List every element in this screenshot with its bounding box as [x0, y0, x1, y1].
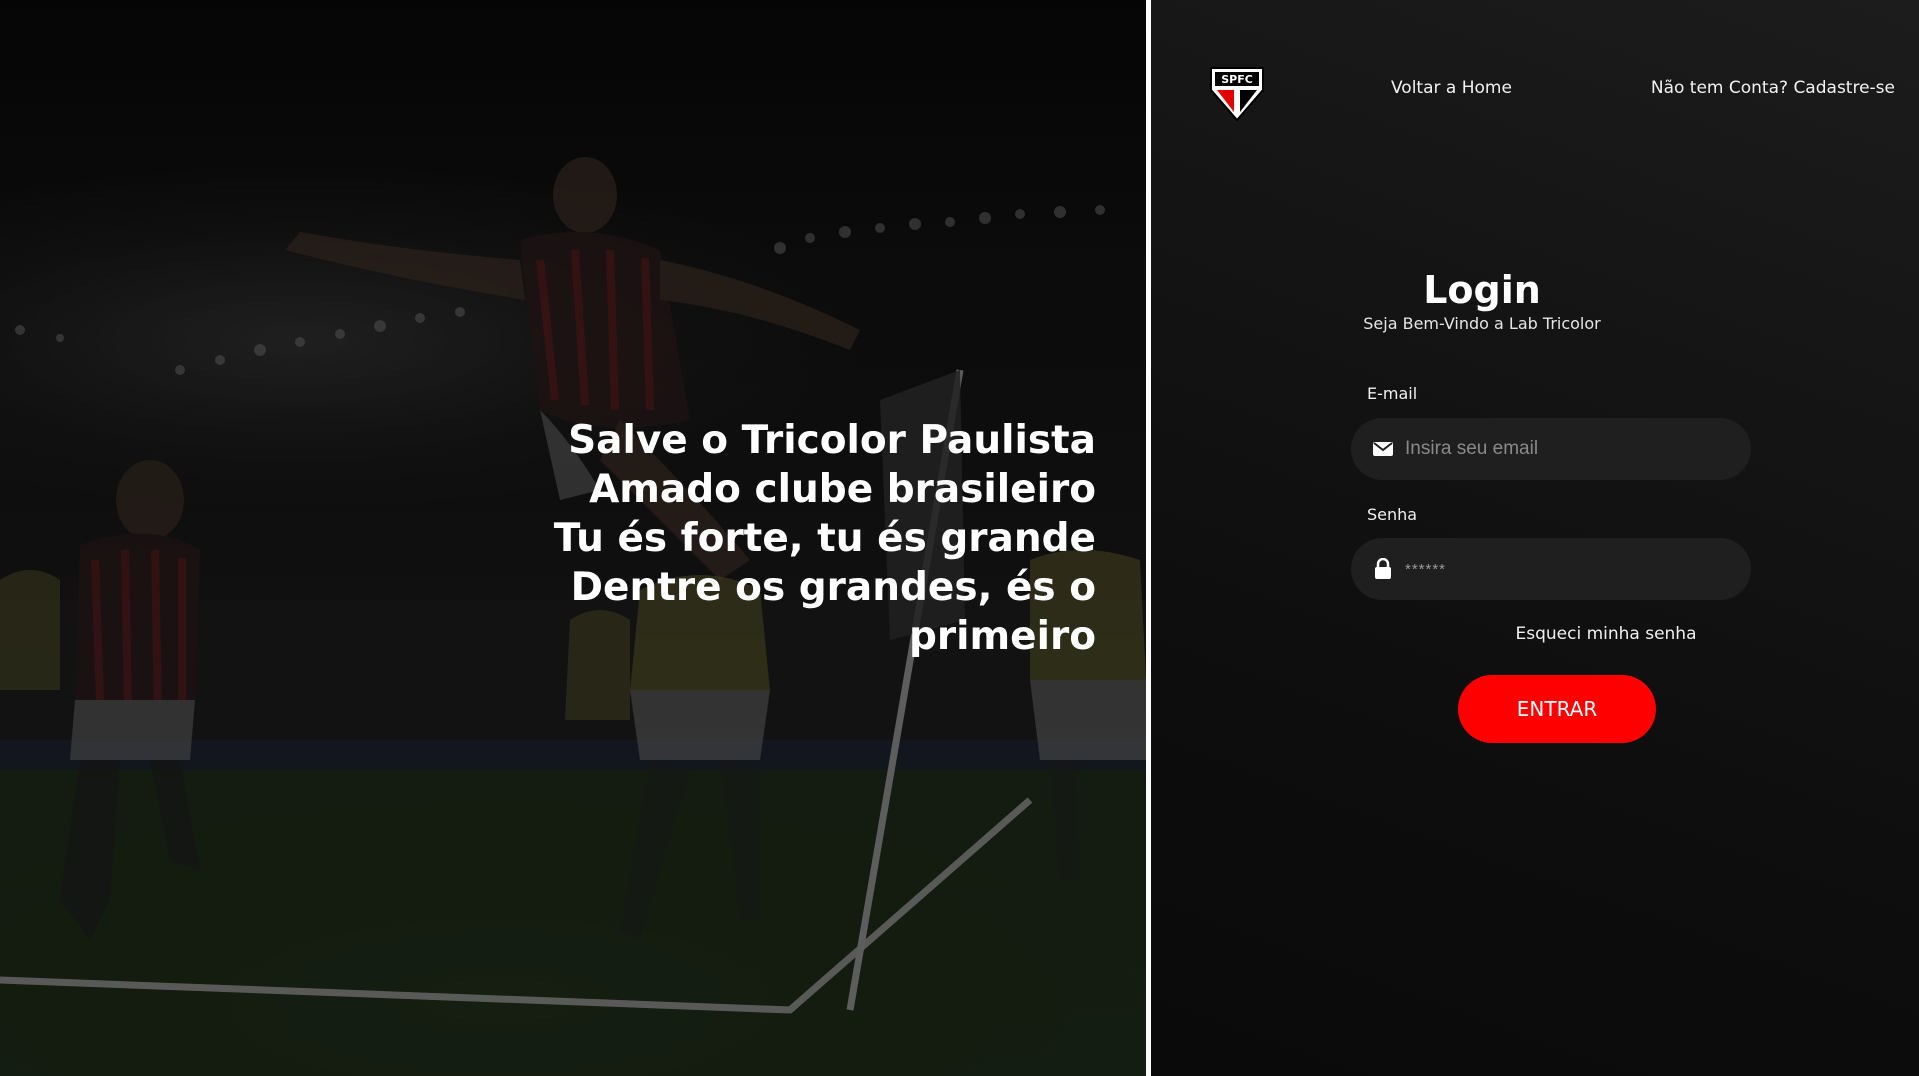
hero-section: Salve o Tricolor Paulista Amado clube br… — [0, 0, 1146, 1076]
login-subtitle: Seja Bem-Vindo a Lab Tricolor — [1363, 314, 1601, 333]
email-label: E-mail — [1367, 384, 1418, 403]
hero-line: Tu és forte, tu és grande — [553, 516, 1096, 561]
spfc-crest-icon: SPFC — [1210, 67, 1264, 122]
envelope-icon — [1373, 439, 1393, 459]
email-field[interactable] — [1351, 418, 1751, 480]
signup-link[interactable]: Não tem Conta? Cadastre-se — [1651, 78, 1895, 98]
logo-text: SPFC — [1221, 73, 1253, 86]
spfc-logo[interactable]: SPFC — [1209, 66, 1265, 122]
hero-anthem-text: Salve o Tricolor Paulista Amado clube br… — [496, 416, 1096, 661]
lock-icon — [1373, 558, 1393, 579]
hero-line: Dentre os grandes, és o — [570, 565, 1096, 610]
forgot-password-link[interactable]: Esqueci minha senha — [1151, 624, 1919, 644]
password-label: Senha — [1367, 505, 1418, 524]
hero-line: primeiro — [908, 614, 1096, 659]
password-field[interactable] — [1351, 538, 1751, 600]
login-submit-button[interactable]: ENTRAR — [1458, 675, 1656, 743]
hero-line: Amado clube brasileiro — [589, 467, 1096, 512]
login-panel: SPFC Voltar a Home Não tem Conta? Cadast… — [1151, 0, 1919, 1076]
hero-line: Salve o Tricolor Paulista — [568, 418, 1096, 463]
email-input[interactable] — [1403, 437, 1731, 461]
back-home-link[interactable]: Voltar a Home — [1391, 78, 1512, 98]
password-input[interactable] — [1403, 557, 1731, 581]
login-title: Login — [1423, 268, 1541, 312]
login-page: Salve o Tricolor Paulista Amado clube br… — [0, 0, 1919, 1076]
